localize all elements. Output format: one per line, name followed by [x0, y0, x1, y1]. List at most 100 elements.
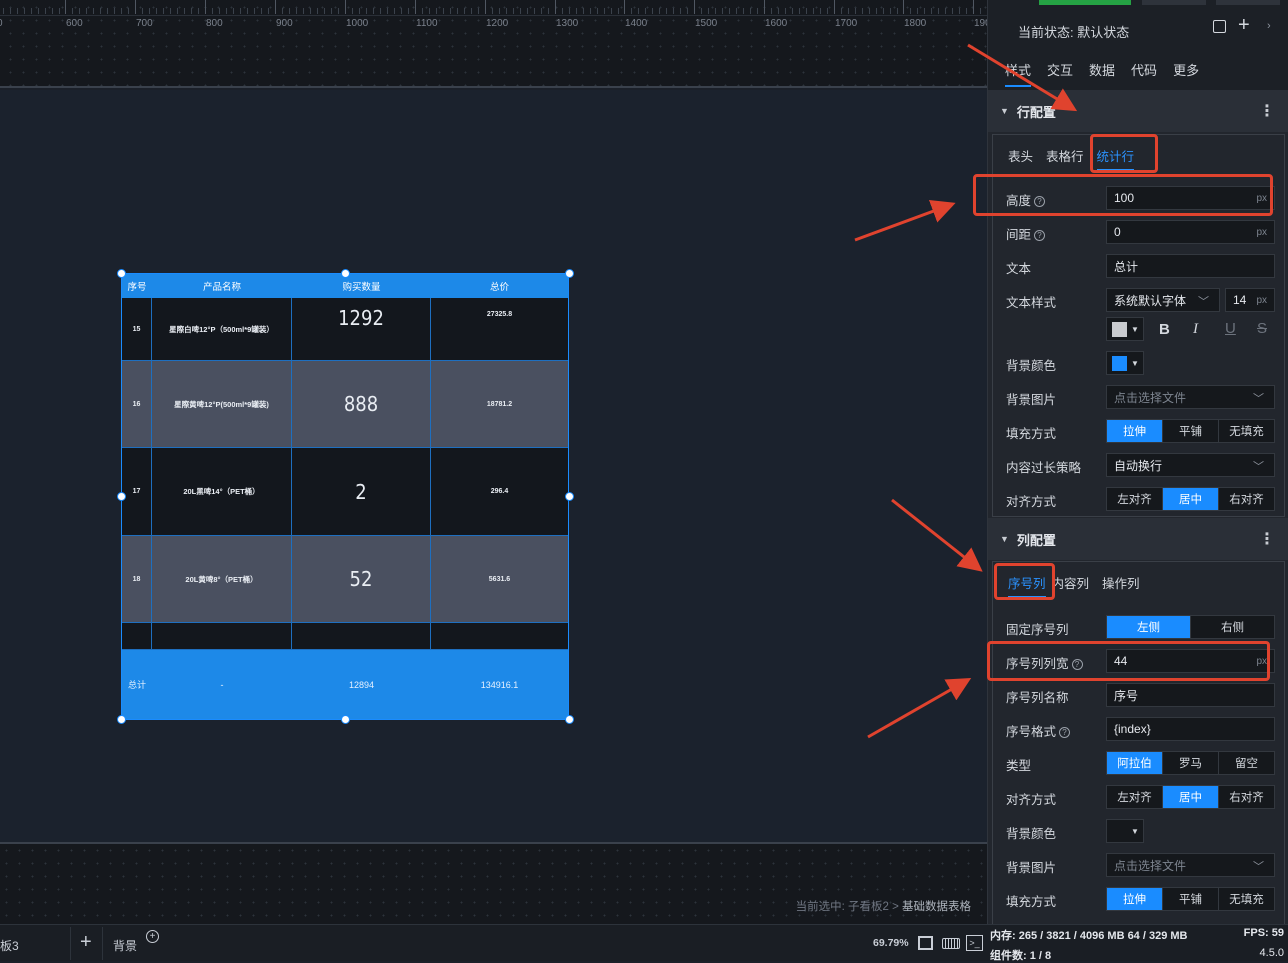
- ruler-minor-tick: [38, 8, 39, 14]
- type-roman-button[interactable]: 罗马: [1163, 752, 1219, 774]
- type-blank-button[interactable]: 留空: [1219, 752, 1274, 774]
- column-config-section[interactable]: ▼ 列配置 ⋮: [988, 518, 1288, 560]
- ruler-ticks: 0 600 700 800 900 1000 1100 1200 1300 1400 1500 160…: [0, 0, 996, 29]
- index-format-input[interactable]: {index}: [1106, 717, 1275, 741]
- placeholder-text: 点击选择文件: [1114, 858, 1187, 873]
- cell-quantity: 2: [292, 448, 431, 535]
- text-color-picker[interactable]: ▼: [1106, 317, 1144, 341]
- text-input[interactable]: 总计: [1106, 254, 1275, 278]
- fixed-right-button[interactable]: 右侧: [1191, 616, 1274, 638]
- bg-image-select[interactable]: 点击选择文件 ﹀: [1106, 385, 1275, 409]
- font-size-input[interactable]: 14 px: [1225, 288, 1275, 312]
- fill-stretch-button[interactable]: 拉伸: [1107, 888, 1163, 910]
- align-left-button[interactable]: 左对齐: [1107, 786, 1163, 808]
- fill-none-button[interactable]: 无填充: [1219, 420, 1274, 442]
- background-tab[interactable]: 背景: [113, 937, 137, 954]
- tab-code[interactable]: 代码: [1131, 60, 1157, 87]
- ruler-minor-tick: [114, 8, 115, 14]
- board-tab[interactable]: 板3: [0, 937, 19, 954]
- add-state-icon[interactable]: +: [1238, 14, 1250, 37]
- font-select[interactable]: 系统默认字体 ﹀: [1106, 288, 1220, 312]
- tab-action-column[interactable]: 操作列: [1102, 573, 1140, 598]
- tab-content-column[interactable]: 内容列: [1052, 573, 1090, 598]
- align-right-button[interactable]: 右对齐: [1219, 786, 1274, 808]
- ruler-minor-tick: [736, 8, 737, 14]
- ruler-minor-tick: [862, 8, 863, 14]
- tab-data[interactable]: 数据: [1089, 60, 1115, 87]
- italic-icon[interactable]: I: [1193, 321, 1198, 338]
- gap-input[interactable]: 0 px: [1106, 220, 1275, 244]
- resize-handle-tr[interactable]: [565, 269, 574, 278]
- col-bg-image-label: 背景图片: [1006, 861, 1057, 875]
- help-icon[interactable]: ?: [1059, 727, 1071, 738]
- caret-down-icon: ▼: [1131, 358, 1139, 368]
- collapse-icon[interactable]: ▼: [1000, 534, 1009, 544]
- align-center-button[interactable]: 居中: [1163, 488, 1219, 510]
- resize-handle-br[interactable]: [565, 715, 574, 724]
- fill-stretch-button[interactable]: 拉伸: [1107, 420, 1163, 442]
- cell-quantity: 1292: [292, 298, 431, 360]
- strikethrough-icon[interactable]: S: [1257, 320, 1267, 337]
- resize-handle-tl[interactable]: [117, 269, 126, 278]
- resize-handle-top[interactable]: [341, 269, 350, 278]
- fixed-left-button[interactable]: 左侧: [1107, 616, 1191, 638]
- fill-tile-button[interactable]: 平铺: [1163, 420, 1219, 442]
- cell-index: 16: [122, 361, 152, 447]
- selection-target[interactable]: 基础数据表格: [902, 901, 971, 913]
- fill-none-button[interactable]: 无填充: [1219, 888, 1274, 910]
- tab-header[interactable]: 表头: [1008, 146, 1033, 171]
- ruler-minor-tick: [324, 8, 325, 14]
- collapse-icon[interactable]: ▼: [1000, 106, 1009, 116]
- keyboard-icon[interactable]: [942, 938, 960, 949]
- help-icon[interactable]: ?: [1034, 230, 1046, 241]
- ruler-minor-tick: [785, 8, 786, 14]
- chevron-right-icon[interactable]: ›: [1267, 20, 1271, 32]
- toolbar-button[interactable]: [1216, 0, 1280, 5]
- chevron-down-icon: ﹀: [1198, 296, 1209, 308]
- underline-icon[interactable]: U: [1225, 320, 1236, 337]
- tab-interaction[interactable]: 交互: [1047, 60, 1073, 87]
- bold-icon[interactable]: B: [1159, 321, 1170, 338]
- overflow-select[interactable]: 自动换行 ﹀: [1106, 453, 1275, 477]
- tab-more[interactable]: 更多: [1173, 60, 1199, 87]
- cell-product: 20L黑啤14°（PET桶）: [152, 448, 292, 535]
- ruler-minor-tick: [917, 8, 918, 14]
- row-config-section[interactable]: ▼ 行配置 ⋮: [988, 90, 1288, 132]
- align-right-button[interactable]: 右对齐: [1219, 488, 1274, 510]
- add-background-icon[interactable]: +: [146, 930, 159, 943]
- zoom-level[interactable]: 69.79%: [873, 937, 909, 949]
- align-left-button[interactable]: 左对齐: [1107, 488, 1163, 510]
- ruler-minor-tick: [352, 8, 353, 14]
- more-icon[interactable]: ⋮: [1259, 529, 1275, 549]
- resize-handle-bl[interactable]: [117, 715, 126, 724]
- add-board-button[interactable]: +: [80, 931, 92, 954]
- terminal-icon[interactable]: >_: [966, 935, 983, 951]
- resize-handle-left[interactable]: [117, 492, 126, 501]
- ruler-minor-tick: [457, 8, 458, 14]
- fill-tile-button[interactable]: 平铺: [1163, 888, 1219, 910]
- toolbar-button[interactable]: [1142, 0, 1206, 5]
- data-table-widget[interactable]: 序号 产品名称 购买数量 总价 15 星際白啤12°P（500ml*9罐装） 1…: [121, 273, 569, 720]
- col-bg-image-select[interactable]: 点击选择文件 ﹀: [1106, 853, 1275, 877]
- fit-screen-icon[interactable]: [918, 936, 933, 950]
- ruler-minor-tick: [527, 8, 528, 14]
- col-bg-color-picker[interactable]: ▼: [1106, 819, 1144, 843]
- more-icon[interactable]: ⋮: [1259, 101, 1275, 121]
- ruler-minor-tick: [100, 8, 101, 14]
- index-name-input[interactable]: 序号: [1106, 683, 1275, 707]
- resize-handle-right[interactable]: [565, 492, 574, 501]
- bg-color-picker[interactable]: ▼: [1106, 351, 1144, 375]
- ruler-minor-tick: [687, 8, 688, 14]
- publish-button[interactable]: [1039, 0, 1131, 5]
- unit-label: px: [1256, 294, 1267, 306]
- color-swatch: [1112, 321, 1127, 337]
- align-center-button[interactable]: 居中: [1163, 786, 1219, 808]
- type-arabic-button[interactable]: 阿拉伯: [1107, 752, 1163, 774]
- ruler-minor-tick: [443, 8, 444, 14]
- edit-icon[interactable]: [1213, 20, 1226, 33]
- tab-table-row[interactable]: 表格行: [1046, 146, 1084, 171]
- ruler-label: 0: [0, 18, 3, 29]
- tab-style[interactable]: 样式: [1005, 60, 1032, 87]
- resize-handle-bottom[interactable]: [341, 715, 350, 724]
- selection-prefix: 当前选中: 子看板2 >: [795, 901, 902, 913]
